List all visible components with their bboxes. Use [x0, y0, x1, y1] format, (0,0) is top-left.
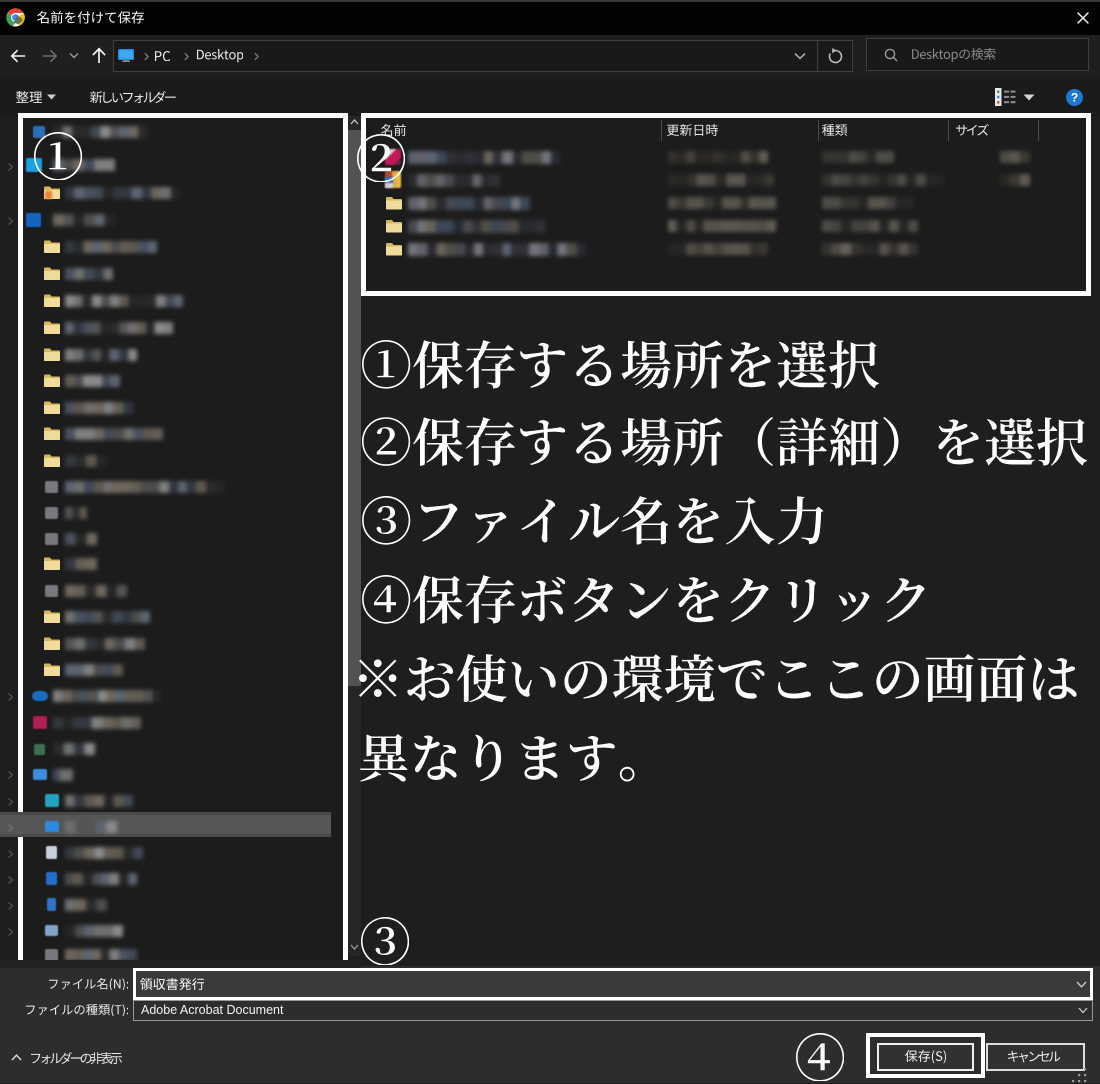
svg-text:?: ? — [1071, 90, 1078, 104]
